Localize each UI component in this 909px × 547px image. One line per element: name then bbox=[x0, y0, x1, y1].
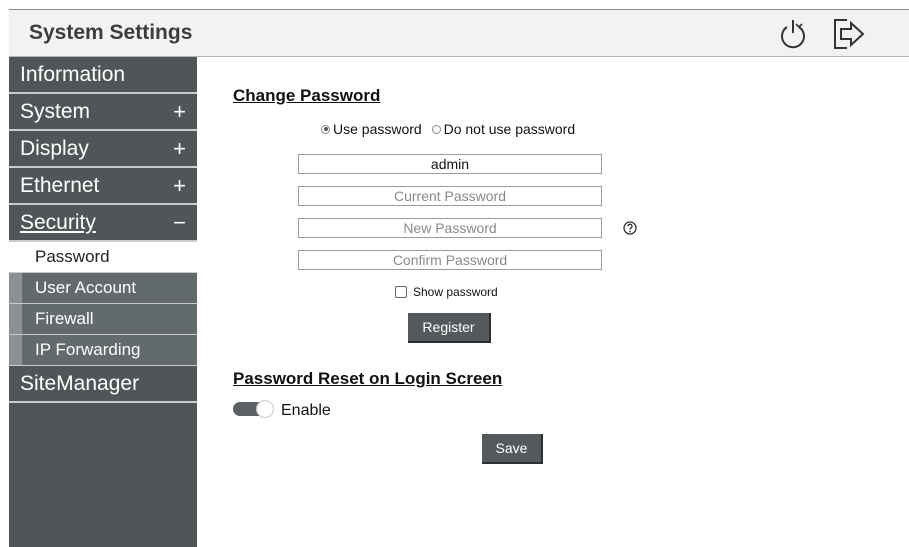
sidebar-item-information[interactable]: Information bbox=[9, 57, 197, 94]
current-password-field[interactable] bbox=[298, 186, 602, 206]
expand-icon[interactable]: + bbox=[173, 131, 186, 166]
sidebar-item-label: Display bbox=[20, 137, 89, 160]
password-mode-radio-group: Use password Do not use password bbox=[321, 121, 575, 137]
use-password-radio[interactable]: Use password bbox=[321, 121, 426, 137]
sidebar-item-ethernet[interactable]: Ethernet + bbox=[9, 168, 197, 205]
show-password-checkbox[interactable]: Show password bbox=[395, 285, 498, 299]
power-icon[interactable] bbox=[775, 17, 811, 51]
sidebar-item-label: SiteManager bbox=[20, 372, 140, 395]
sidebar-subitem-firewall[interactable]: Firewall bbox=[9, 304, 197, 335]
logout-icon[interactable] bbox=[831, 17, 867, 51]
sidebar-item-system[interactable]: System + bbox=[9, 94, 197, 131]
main-content: Change Password Use password Do not use … bbox=[197, 57, 909, 547]
confirm-password-field[interactable] bbox=[298, 250, 602, 270]
expand-icon[interactable]: + bbox=[173, 94, 186, 129]
sidebar-item-security[interactable]: Security − bbox=[9, 205, 197, 242]
checkbox-icon bbox=[395, 285, 407, 298]
app-title: System Settings bbox=[29, 21, 193, 44]
show-password-label: Show password bbox=[413, 285, 498, 299]
sidebar-item-label: Information bbox=[20, 63, 126, 86]
sidebar-item-sitemanager[interactable]: SiteManager bbox=[9, 366, 197, 403]
sidebar-subitem-label: IP Forwarding bbox=[35, 340, 141, 359]
radio-unchecked-icon bbox=[431, 124, 441, 134]
change-password-title: Change Password bbox=[233, 86, 381, 105]
sidebar-subitem-ip-forwarding[interactable]: IP Forwarding bbox=[9, 335, 197, 366]
enable-row: Enable bbox=[233, 399, 331, 420]
sidebar-item-label: Security bbox=[20, 211, 96, 234]
sidebar-subitem-password[interactable]: Password bbox=[9, 242, 197, 273]
password-reset-title: Password Reset on Login Screen bbox=[233, 369, 503, 388]
radio-checked-icon bbox=[321, 124, 330, 134]
new-password-field[interactable] bbox=[298, 218, 602, 238]
sidebar-subitem-label: Password bbox=[35, 247, 110, 266]
no-password-label: Do not use password bbox=[443, 121, 576, 137]
enable-toggle[interactable] bbox=[233, 399, 274, 418]
enable-label: Enable bbox=[281, 402, 331, 419]
register-button[interactable]: Register bbox=[408, 313, 491, 343]
sidebar-subitem-label: Firewall bbox=[35, 309, 94, 328]
expand-icon[interactable]: + bbox=[173, 168, 186, 203]
sidebar-item-label: System bbox=[20, 100, 91, 123]
sidebar-subitem-user-account[interactable]: User Account bbox=[9, 273, 197, 304]
sidebar-item-display[interactable]: Display + bbox=[9, 131, 197, 168]
save-button[interactable]: Save bbox=[482, 434, 543, 464]
username-field[interactable] bbox=[298, 154, 602, 174]
toggle-knob bbox=[256, 399, 274, 418]
sidebar: Information System + Display + Ethernet … bbox=[9, 57, 197, 547]
help-icon[interactable] bbox=[622, 220, 638, 236]
no-password-radio[interactable]: Do not use password bbox=[431, 121, 576, 137]
collapse-icon[interactable]: − bbox=[173, 205, 186, 240]
use-password-label: Use password bbox=[333, 121, 422, 137]
sidebar-item-label: Ethernet bbox=[20, 174, 100, 197]
app-header: System Settings bbox=[9, 9, 909, 57]
sidebar-subitem-label: User Account bbox=[35, 278, 137, 297]
